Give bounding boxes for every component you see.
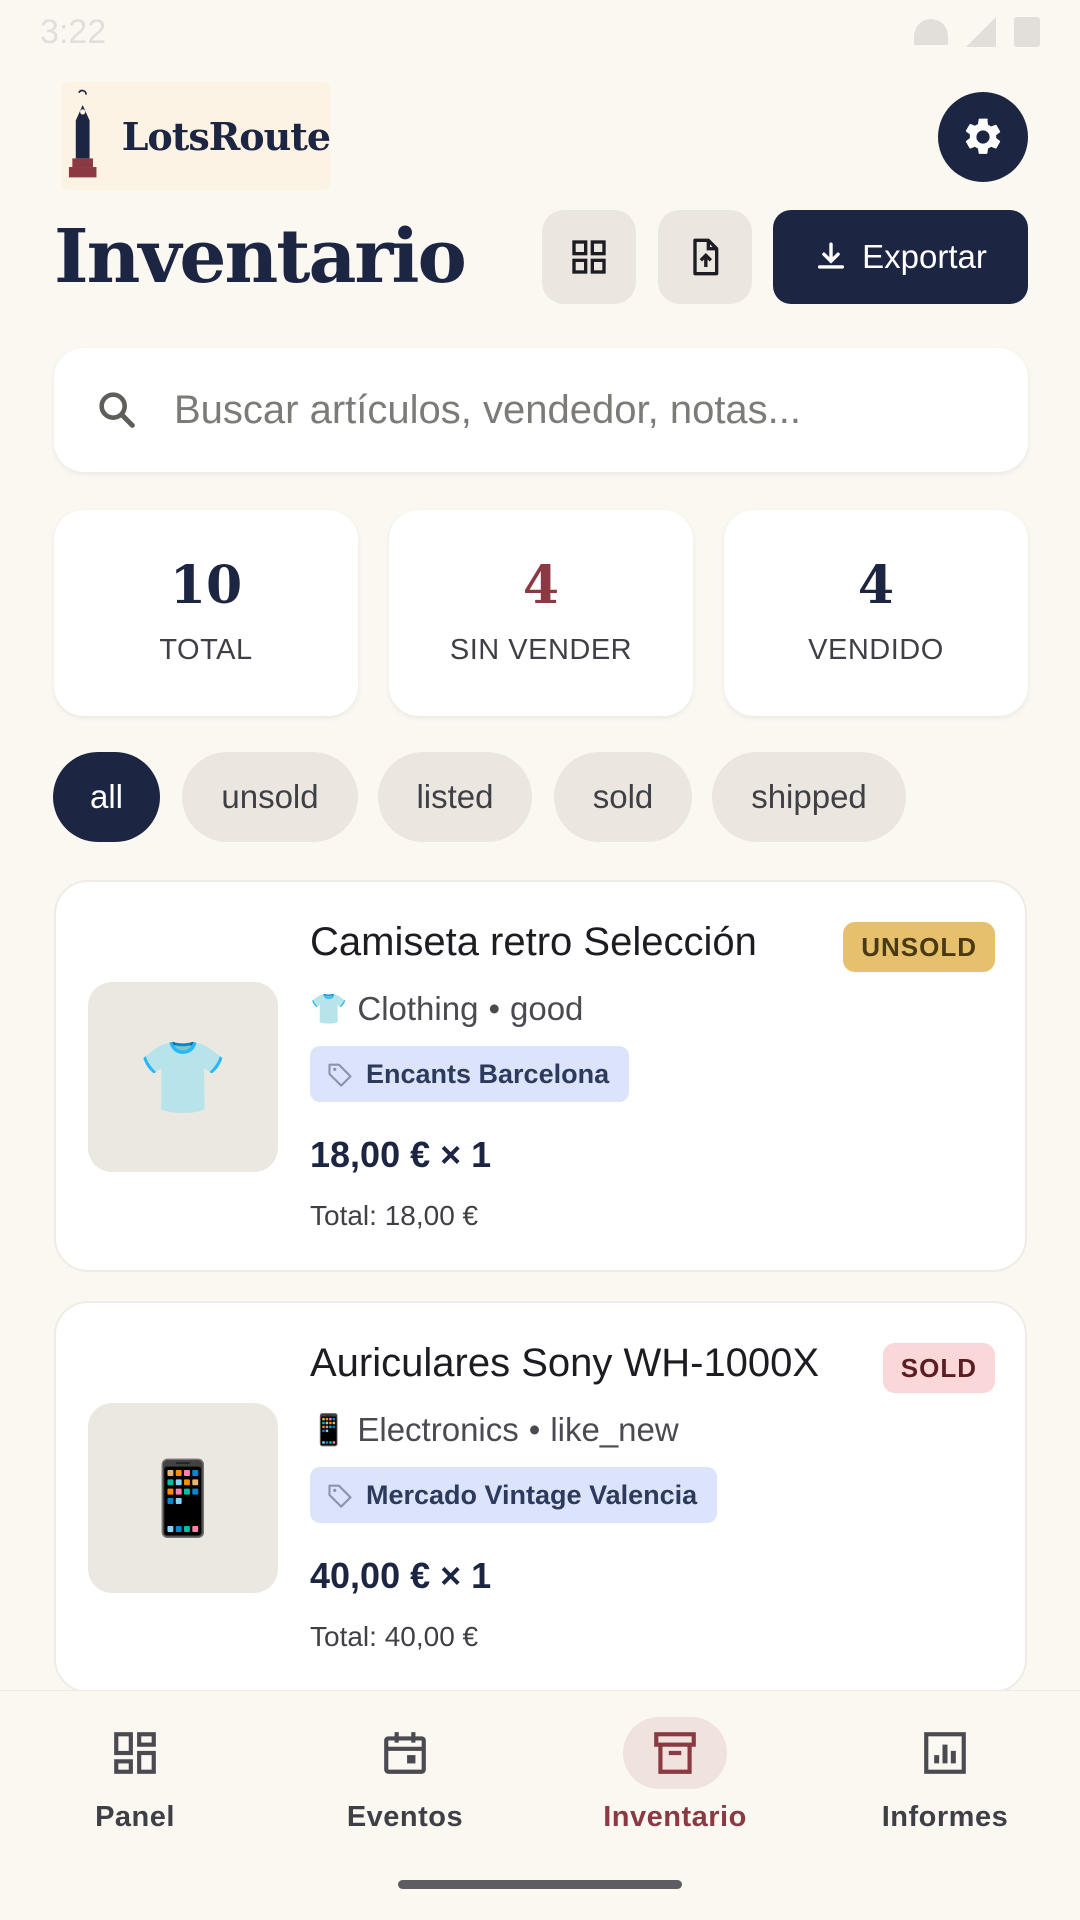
- phone-icon: 📱: [138, 1458, 228, 1539]
- app-logo: LotsRoute: [62, 82, 331, 190]
- nav-icon-wrap: [83, 1717, 187, 1789]
- event-tag[interactable]: Mercado Vintage Valencia: [310, 1467, 718, 1523]
- item-name: Camiseta retro Selección: [310, 920, 757, 964]
- search-input[interactable]: Buscar artículos, vendedor, notas...: [54, 348, 1028, 472]
- item-price: 18,00 € × 1: [310, 1134, 492, 1175]
- nav-label: Panel: [95, 1801, 175, 1833]
- logo-text: LotsRoute: [121, 113, 331, 159]
- stat-card-total: 10 TOTAL: [54, 510, 358, 716]
- nav-item-inventario[interactable]: Inventario: [575, 1717, 775, 1857]
- nav-item-eventos[interactable]: Eventos: [305, 1717, 505, 1857]
- wifi-icon: [914, 19, 948, 45]
- stat-label: VENDIDO: [808, 633, 944, 666]
- page-title: Inventario: [54, 214, 467, 300]
- tshirt-icon: 👕: [138, 1037, 228, 1118]
- search-icon: [99, 392, 135, 428]
- item-category: Clothing: [357, 990, 479, 1027]
- item-thumbnail: 📱: [88, 1403, 278, 1593]
- filter-chip-shipped[interactable]: shipped: [712, 752, 906, 842]
- status-time: 3:22: [40, 12, 107, 51]
- item-condition: like_new: [550, 1411, 679, 1448]
- tag-icon: [328, 1063, 352, 1087]
- archive-box-icon: [654, 1732, 696, 1774]
- filter-chip-listed[interactable]: listed: [378, 752, 532, 842]
- nav-label: Informes: [881, 1801, 1009, 1833]
- settings-button[interactable]: [938, 92, 1028, 182]
- event-name: Encants Barcelona: [366, 1058, 610, 1089]
- download-icon: [818, 242, 845, 269]
- export-label: Exportar: [862, 238, 987, 275]
- inventory-item-card[interactable]: 👕 Camiseta retro Selección UNSOLD 👕 Clot…: [54, 880, 1027, 1272]
- grid-icon: [572, 240, 606, 274]
- filter-chip-unsold[interactable]: unsold: [182, 752, 358, 842]
- event-tag[interactable]: Encants Barcelona: [310, 1046, 630, 1102]
- nav-item-panel[interactable]: Panel: [35, 1717, 235, 1857]
- search-placeholder: Buscar artículos, vendedor, notas...: [174, 387, 802, 432]
- filter-chip-all[interactable]: all: [53, 752, 160, 842]
- tag-icon: [328, 1484, 352, 1508]
- item-thumbnail: 👕: [88, 982, 278, 1172]
- price-tag-logo-icon: [68, 89, 97, 178]
- filter-chip-sold[interactable]: sold: [554, 752, 692, 842]
- event-name: Mercado Vintage Valencia: [366, 1479, 698, 1510]
- grid-view-button[interactable]: [542, 210, 636, 304]
- stat-label: TOTAL: [159, 633, 253, 666]
- stat-value: 10: [169, 554, 243, 616]
- nav-icon-wrap: [893, 1717, 997, 1789]
- nav-icon-wrap: [353, 1717, 457, 1789]
- status-badge: UNSOLD: [843, 922, 995, 972]
- item-total: Total: 18,00 €: [310, 1200, 479, 1231]
- item-meta: 👕 Clothing • good: [310, 990, 583, 1028]
- tshirt-icon: 👕: [310, 992, 348, 1026]
- phone-icon: 📱: [310, 1413, 348, 1447]
- meta-separator-dot: •: [488, 990, 500, 1027]
- export-button[interactable]: Exportar: [773, 210, 1028, 304]
- stat-card-unsold: 4 SIN VENDER: [389, 510, 693, 716]
- home-indicator[interactable]: [398, 1880, 682, 1889]
- status-badge: SOLD: [882, 1343, 995, 1393]
- gear-icon: [965, 118, 1001, 154]
- item-name: Auriculares Sony WH-1000X: [310, 1341, 820, 1385]
- item-meta: 📱 Electronics • like_new: [310, 1411, 679, 1449]
- status-bar: 3:22: [0, 0, 1080, 64]
- stat-label: SIN VENDER: [449, 633, 633, 666]
- item-category: Electronics: [357, 1411, 519, 1448]
- import-file-button[interactable]: [658, 210, 752, 304]
- file-upload-icon: [693, 238, 719, 276]
- stat-value: 4: [522, 554, 560, 616]
- nav-label: Eventos: [346, 1801, 464, 1833]
- chart-icon: [924, 1732, 966, 1774]
- nav-label: Inventario: [603, 1801, 747, 1833]
- stat-value: 4: [857, 554, 895, 616]
- status-icons: [914, 17, 1040, 47]
- item-price: 40,00 € × 1: [310, 1555, 492, 1596]
- calendar-icon: [384, 1732, 426, 1774]
- stat-card-sold: 4 VENDIDO: [724, 510, 1028, 716]
- nav-item-informes[interactable]: Informes: [845, 1717, 1045, 1857]
- item-condition: good: [510, 990, 584, 1027]
- signal-icon: [966, 17, 996, 47]
- nav-icon-wrap: [623, 1717, 727, 1789]
- meta-separator-dot: •: [528, 1411, 541, 1448]
- dashboard-icon: [114, 1732, 156, 1774]
- battery-icon: [1014, 17, 1040, 47]
- inventory-item-card[interactable]: 📱 Auriculares Sony WH-1000X SOLD 📱 Elect…: [54, 1301, 1027, 1693]
- item-total: Total: 40,00 €: [310, 1621, 479, 1652]
